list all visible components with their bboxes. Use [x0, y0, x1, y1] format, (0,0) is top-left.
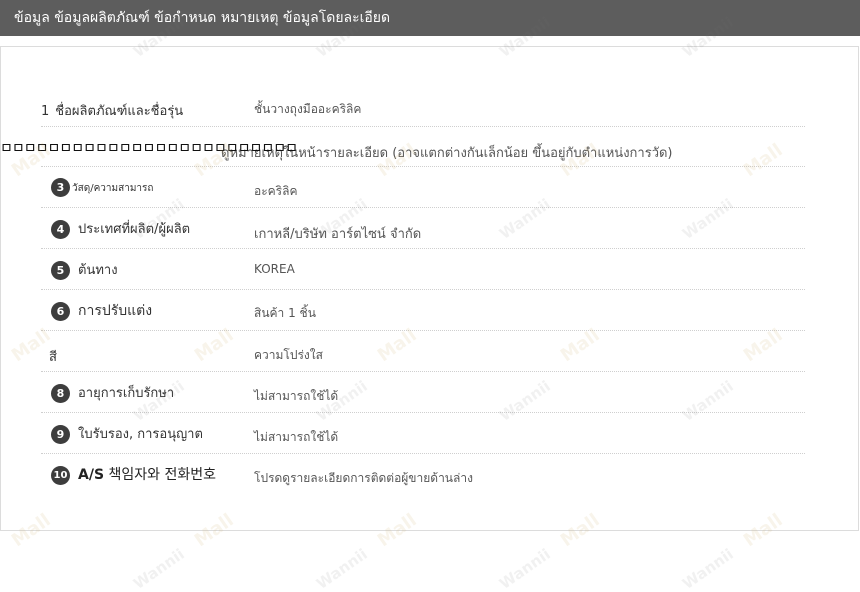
- row-value: ความโปร่งใส: [254, 348, 323, 362]
- row-value: KOREA: [254, 262, 295, 276]
- row-number: 1: [41, 104, 50, 119]
- row-label: 5 ต้นทาง: [51, 259, 118, 280]
- row-product-name: 1 ชื่อผลิตภัณฑ์และชื่อรุ่น ชั้นวางถุงมืออ…: [41, 87, 805, 127]
- row-value: โปรดดูรายละเอียดการติดต่อผู้ขายด้านล่าง: [254, 471, 473, 485]
- row-number-badge: 3: [51, 178, 70, 197]
- header-bar: ข้อมูล ข้อมูลผลิตภัณฑ์ ข้อกำหนด หมายเหตุ…: [0, 0, 860, 36]
- row-color: สี ความโปร่งใส: [41, 331, 805, 372]
- row-label: 6 การปรับแต่ง: [51, 300, 152, 322]
- row-number-badge: 5: [51, 261, 70, 280]
- row-material: 3 วัสดุ/ความสามารถ อะคริลิค: [41, 167, 805, 208]
- row-label: 8 อายุการเก็บรักษา: [51, 382, 174, 403]
- row-value: สินค้า 1 ชิ้น: [254, 306, 316, 320]
- watermark-wannii: Wannii: [130, 545, 188, 592]
- row-manufacturer: 4 ประเทศที่ผลิต/ผู้ผลิต เกาหลี/บริษัท อาร…: [41, 208, 805, 249]
- product-info-panel: 1 ชื่อผลิตภัณฑ์และชื่อรุ่น ชั้นวางถุงมืออ…: [0, 46, 859, 531]
- row-number-badge: 4: [51, 220, 70, 239]
- row-value: อะคริลิค: [254, 184, 298, 198]
- overflow-glyphs: ㅁㅁㅁㅁㅁㅁㅁㅁㅁㅁㅁㅁㅁㅁㅁㅁㅁㅁㅁㅁㅁㅁㅁㅁㅁ: [0, 141, 298, 157]
- header-title: ข้อมูล ข้อมูลผลิตภัณฑ์ ข้อกำหนด หมายเหตุ…: [14, 10, 391, 26]
- row-value: ไม่สามารถใช้ได้: [254, 430, 339, 444]
- row-label: 1 ชื่อผลิตภัณฑ์และชื่อรุ่น: [41, 104, 184, 119]
- row-value: ชั้นวางถุงมืออะคริลิค: [254, 102, 362, 116]
- row-label: 9 ใบรับรอง, การอนุญาต: [51, 423, 203, 444]
- row-label: สี: [49, 350, 57, 365]
- row-label: 3 วัสดุ/ความสามารถ: [51, 178, 153, 197]
- row-shelf-life: 8 อายุการเก็บรักษา ไม่สามารถใช้ได้: [41, 372, 805, 413]
- watermark-wannii: Wannii: [313, 545, 371, 592]
- watermark-wannii: Wannii: [496, 545, 554, 592]
- row-as-contact: 10 A/S 책임자와 전화번호 โปรดดูรายละเอียดการติดต่…: [41, 454, 805, 495]
- row-number-badge: 9: [51, 425, 70, 444]
- row-number-badge: 8: [51, 384, 70, 403]
- row-number-badge: 10: [51, 465, 70, 485]
- row-number-badge: 6: [51, 301, 70, 321]
- row-customization: 6 การปรับแต่ง สินค้า 1 ชิ้น: [41, 290, 805, 331]
- row-value: เกาหลี/บริษัท อาร์ตไซน์ จำกัด: [254, 227, 422, 242]
- row-label: 10 A/S 책임자와 전화번호: [51, 464, 216, 485]
- watermark-wannii: Wannii: [679, 545, 737, 592]
- row-value: ไม่สามารถใช้ได้: [254, 389, 339, 403]
- row-origin: 5 ต้นทาง KOREA: [41, 249, 805, 290]
- row-label: 4 ประเทศที่ผลิต/ผู้ผลิต: [51, 218, 190, 239]
- row-certification: 9 ใบรับรอง, การอนุญาต ไม่สามารถใช้ได้: [41, 413, 805, 454]
